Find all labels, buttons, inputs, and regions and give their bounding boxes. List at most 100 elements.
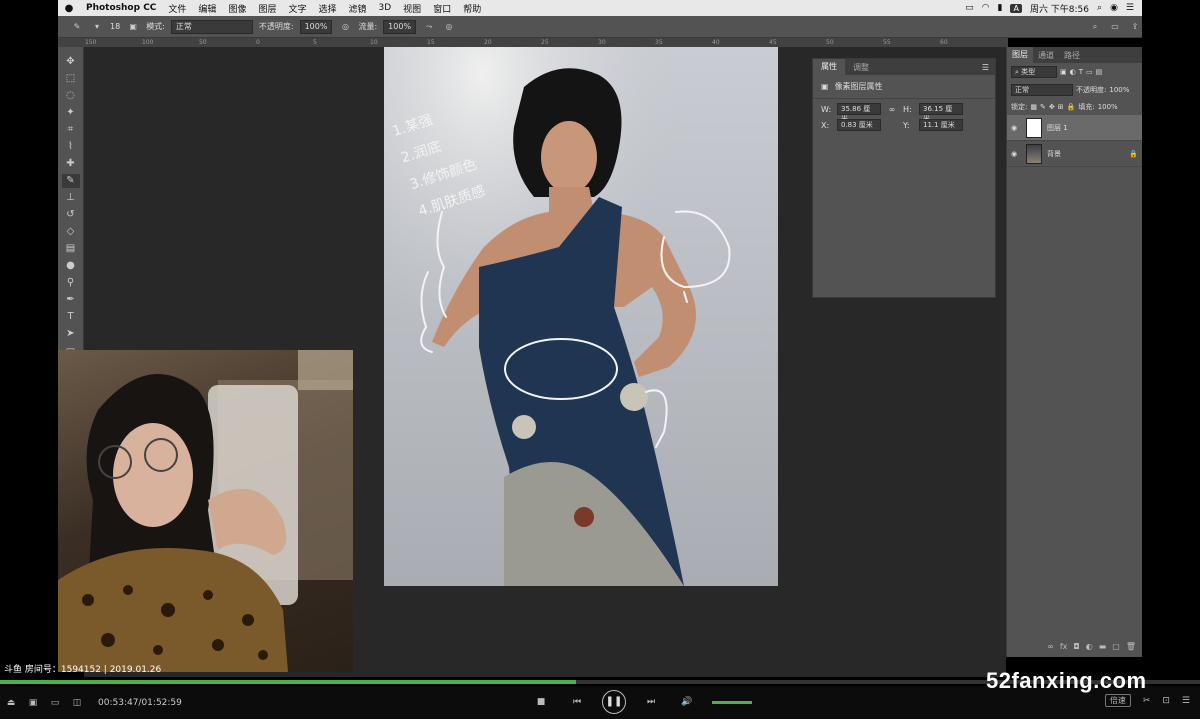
menu-window[interactable]: 窗口 [427, 2, 457, 15]
blend-mode-select[interactable]: 正常 [1011, 84, 1073, 96]
document-canvas[interactable]: 1.某强 2.润底 3.修饰颜色 4.肌肤质感 [384, 47, 778, 586]
lock-transparent-icon[interactable]: ▦ [1030, 103, 1037, 111]
lock-move-icon[interactable]: ✥ [1049, 103, 1055, 111]
filter-shape-icon[interactable]: ▭ [1086, 68, 1093, 76]
layer-row-background[interactable]: ◉ 背景 🔒 [1007, 141, 1142, 167]
gradient-tool-icon[interactable]: ▤ [62, 242, 80, 256]
layer-name[interactable]: 图层 1 [1047, 123, 1068, 133]
next-icon[interactable]: ⏭ [640, 697, 662, 707]
tab-layers[interactable]: 图层 [1007, 47, 1033, 63]
volume-icon[interactable]: 🔊 [676, 697, 698, 707]
playlist-icon[interactable]: ☰ [1182, 696, 1190, 706]
fx-icon[interactable]: fx [1060, 642, 1068, 651]
eject-icon[interactable]: ⏏ [0, 698, 22, 708]
menu-type[interactable]: 文字 [282, 2, 312, 15]
battery-icon[interactable]: ▮ [998, 3, 1003, 13]
panel-menu-icon[interactable]: ☰ [982, 63, 995, 72]
stop-icon[interactable]: ■ [530, 697, 552, 707]
wifi-icon[interactable]: ◠ [982, 3, 990, 13]
menu-help[interactable]: 帮助 [457, 2, 487, 15]
danmaku-settings-icon[interactable]: ◫ [66, 698, 88, 708]
tab-paths[interactable]: 路径 [1059, 50, 1085, 61]
mode-select[interactable]: 正常 [170, 19, 253, 34]
share-icon[interactable]: ⇪ [1128, 20, 1142, 34]
blur-tool-icon[interactable]: ● [62, 259, 80, 273]
screen-mirror-icon[interactable]: ▭ [965, 3, 974, 13]
pause-button[interactable]: ❚❚ [602, 690, 626, 714]
apple-icon[interactable]: ● [58, 3, 80, 14]
screenshot-icon[interactable]: ⊡ [1162, 696, 1170, 706]
tab-properties[interactable]: 属性 [813, 59, 845, 75]
magic-wand-tool-icon[interactable]: ✦ [62, 106, 80, 120]
eraser-tool-icon[interactable]: ◇ [62, 225, 80, 239]
new-layer-icon[interactable]: ▢ [1112, 642, 1120, 651]
screen-icon[interactable]: ▣ [22, 698, 44, 708]
lock-artboard-icon[interactable]: ⊞ [1058, 103, 1064, 111]
notification-list-icon[interactable]: ☰ [1126, 3, 1134, 13]
marquee-tool-icon[interactable]: ⬚ [62, 72, 80, 86]
speed-button[interactable]: 倍速 [1104, 694, 1131, 707]
brush-tool-icon[interactable]: ✎ [70, 20, 84, 34]
adjustment-layer-icon[interactable]: ◐ [1086, 642, 1093, 651]
menu-file[interactable]: 文件 [162, 2, 192, 15]
eyedropper-tool-icon[interactable]: ⌇ [62, 140, 80, 154]
filter-type-icon[interactable]: T [1079, 68, 1083, 76]
workspace-icon[interactable]: ▭ [1108, 20, 1122, 34]
clip-icon[interactable]: ✂ [1143, 696, 1151, 706]
fill-field[interactable]: 100% [1098, 103, 1118, 111]
previous-icon[interactable]: ⏮ [566, 697, 588, 707]
chevron-down-icon[interactable]: ▾ [90, 20, 104, 34]
layer-row-layer1[interactable]: ◉ 图层 1 [1007, 115, 1142, 141]
mask-icon[interactable]: ◘ [1073, 642, 1079, 651]
brush-size[interactable]: 18 [110, 22, 120, 31]
menu-layer[interactable]: 图层 [252, 2, 282, 15]
link-icon[interactable]: ∞ [885, 105, 899, 114]
link-layers-icon[interactable]: ∞ [1047, 642, 1054, 651]
airbrush-icon[interactable]: ⤳ [422, 20, 436, 34]
layer-filter-select[interactable]: ⌕ 类型 [1011, 66, 1057, 78]
layer-name[interactable]: 背景 [1047, 149, 1061, 159]
brush-panel-icon[interactable]: ▣ [126, 20, 140, 34]
height-field[interactable]: 36.15 厘米 [919, 103, 963, 123]
history-brush-tool-icon[interactable]: ↺ [62, 208, 80, 222]
search-icon[interactable]: ⌕ [1088, 20, 1102, 34]
dodge-tool-icon[interactable]: ⚲ [62, 276, 80, 290]
input-method-badge[interactable]: A [1010, 3, 1022, 13]
trash-icon[interactable]: 🗑 [1126, 642, 1136, 651]
filter-smart-icon[interactable]: ▤ [1096, 68, 1103, 76]
clock[interactable]: 周六 下午8:56 [1030, 2, 1089, 15]
opacity-field[interactable]: 100% [299, 19, 333, 34]
lock-all-icon[interactable]: 🔒 [1067, 103, 1076, 111]
eye-icon[interactable]: ◉ [1011, 150, 1021, 158]
tab-channels[interactable]: 通道 [1033, 50, 1059, 61]
filter-adjust-icon[interactable]: ◐ [1070, 68, 1076, 76]
pen-tool-icon[interactable]: ✒ [62, 293, 80, 307]
menu-3d[interactable]: 3D [373, 3, 398, 13]
type-tool-icon[interactable]: T [62, 310, 80, 324]
y-field[interactable]: 11.1 厘米 [919, 119, 963, 131]
menu-image[interactable]: 图像 [222, 2, 252, 15]
pressure-opacity-icon[interactable]: ◎ [338, 20, 352, 34]
lasso-tool-icon[interactable]: ◌ [62, 89, 80, 103]
x-field[interactable]: 0.83 厘米 [837, 119, 881, 131]
path-selection-tool-icon[interactable]: ➤ [62, 327, 80, 341]
menu-app-name[interactable]: Photoshop CC [80, 3, 162, 13]
danmaku-icon[interactable]: ▭ [44, 698, 66, 708]
tab-adjustments[interactable]: 调整 [845, 62, 877, 73]
healing-brush-tool-icon[interactable]: ✚ [62, 157, 80, 171]
search-icon[interactable]: ⌕ [1097, 3, 1102, 13]
menu-select[interactable]: 选择 [312, 2, 342, 15]
width-field[interactable]: 35.86 厘米 [837, 103, 881, 123]
eye-icon[interactable]: ◉ [1011, 124, 1021, 132]
menu-filter[interactable]: 滤镜 [343, 2, 373, 15]
layer-opacity-field[interactable]: 100% [1109, 86, 1129, 94]
lock-brush-icon[interactable]: ✎ [1040, 103, 1046, 111]
move-tool-icon[interactable]: ✥ [62, 55, 80, 69]
brush-tool-icon[interactable]: ✎ [61, 174, 80, 188]
group-folder-icon[interactable]: ▬ [1099, 642, 1107, 651]
menu-edit[interactable]: 编辑 [192, 2, 222, 15]
menu-view[interactable]: 视图 [397, 2, 427, 15]
crop-tool-icon[interactable]: ⌗ [62, 123, 80, 137]
siri-icon[interactable]: ◉ [1110, 3, 1118, 13]
filter-pixel-icon[interactable]: ▣ [1060, 68, 1067, 76]
